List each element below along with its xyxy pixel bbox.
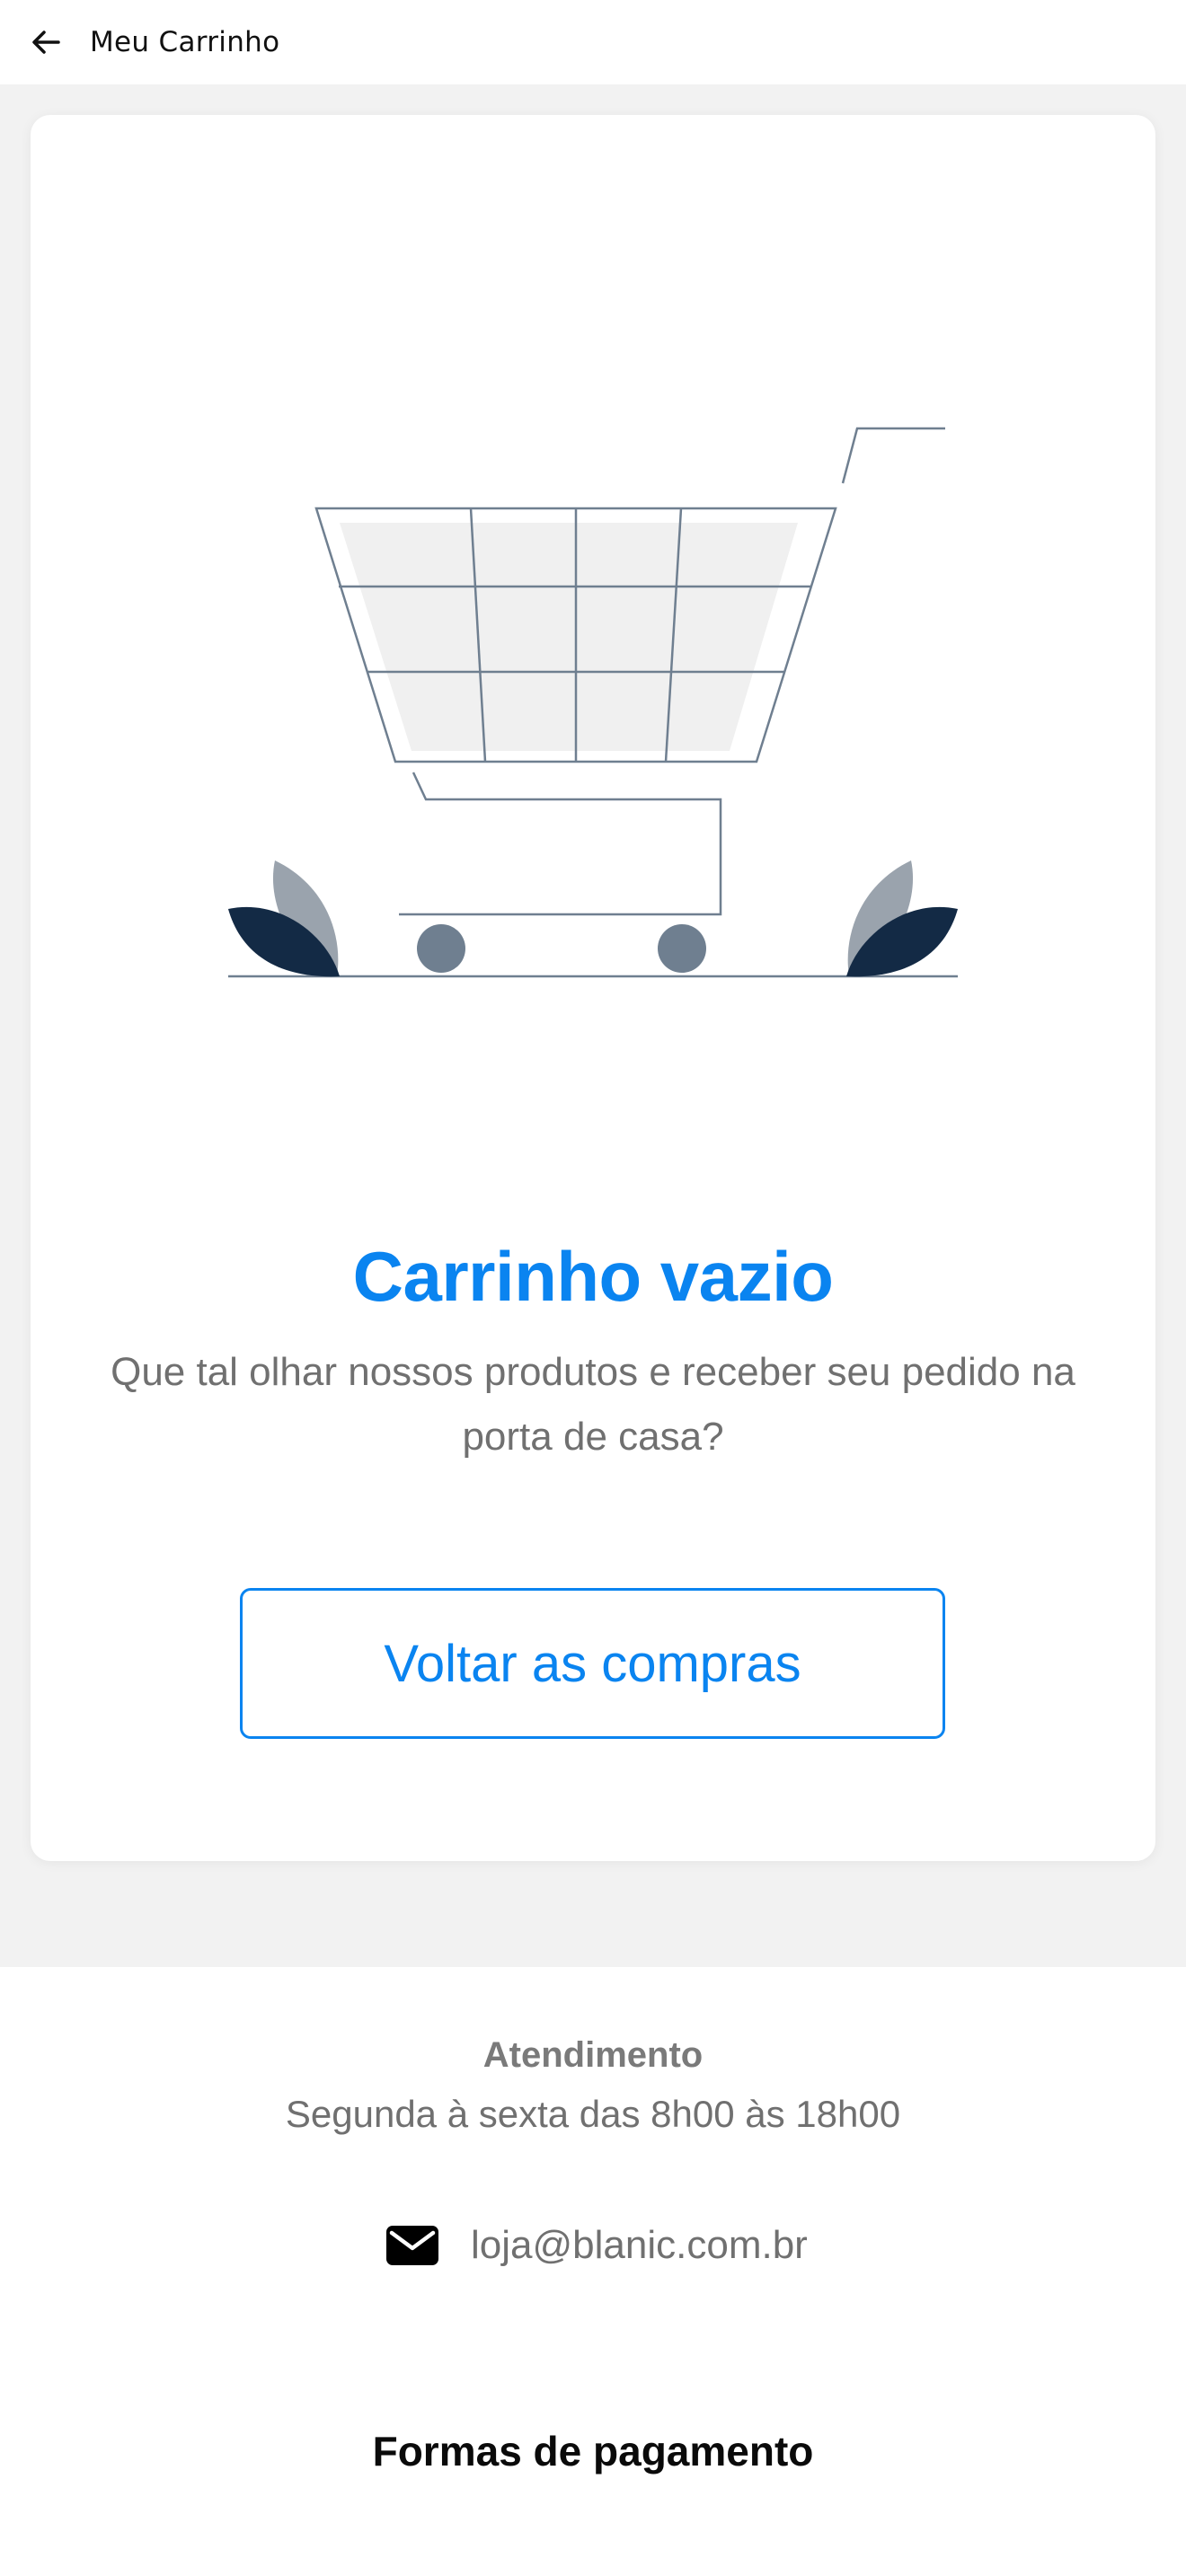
cart-frame — [399, 772, 722, 916]
arrow-left-icon — [32, 31, 60, 54]
cart-handle — [841, 427, 945, 484]
cart-wheel-left — [417, 924, 465, 973]
page-title: Meu Carrinho — [90, 26, 280, 58]
support-email: loja@blanic.com.br — [471, 2223, 808, 2267]
mail-icon — [386, 2226, 438, 2265]
support-hours: Segunda à sexta das 8h00 às 18h00 — [285, 2093, 901, 2135]
basket-fill — [340, 523, 798, 751]
empty-cart-subtitle: Que tal olhar nossos produtos e receber … — [111, 1350, 1075, 1459]
support-heading: Atendimento — [482, 2035, 704, 2075]
back-to-shopping-button[interactable]: Voltar as compras — [240, 1588, 945, 1739]
cart-wheel-right — [658, 924, 706, 973]
payment-methods-heading: Formas de pagamento — [372, 2428, 814, 2475]
support-email-link[interactable]: loja@blanic.com.br — [386, 2219, 808, 2272]
empty-cart-title: Carrinho vazio — [352, 1237, 834, 1316]
app-header: Meu Carrinho — [0, 0, 1186, 84]
back-button[interactable] — [20, 16, 72, 68]
back-to-shopping-label: Voltar as compras — [384, 1634, 801, 1693]
